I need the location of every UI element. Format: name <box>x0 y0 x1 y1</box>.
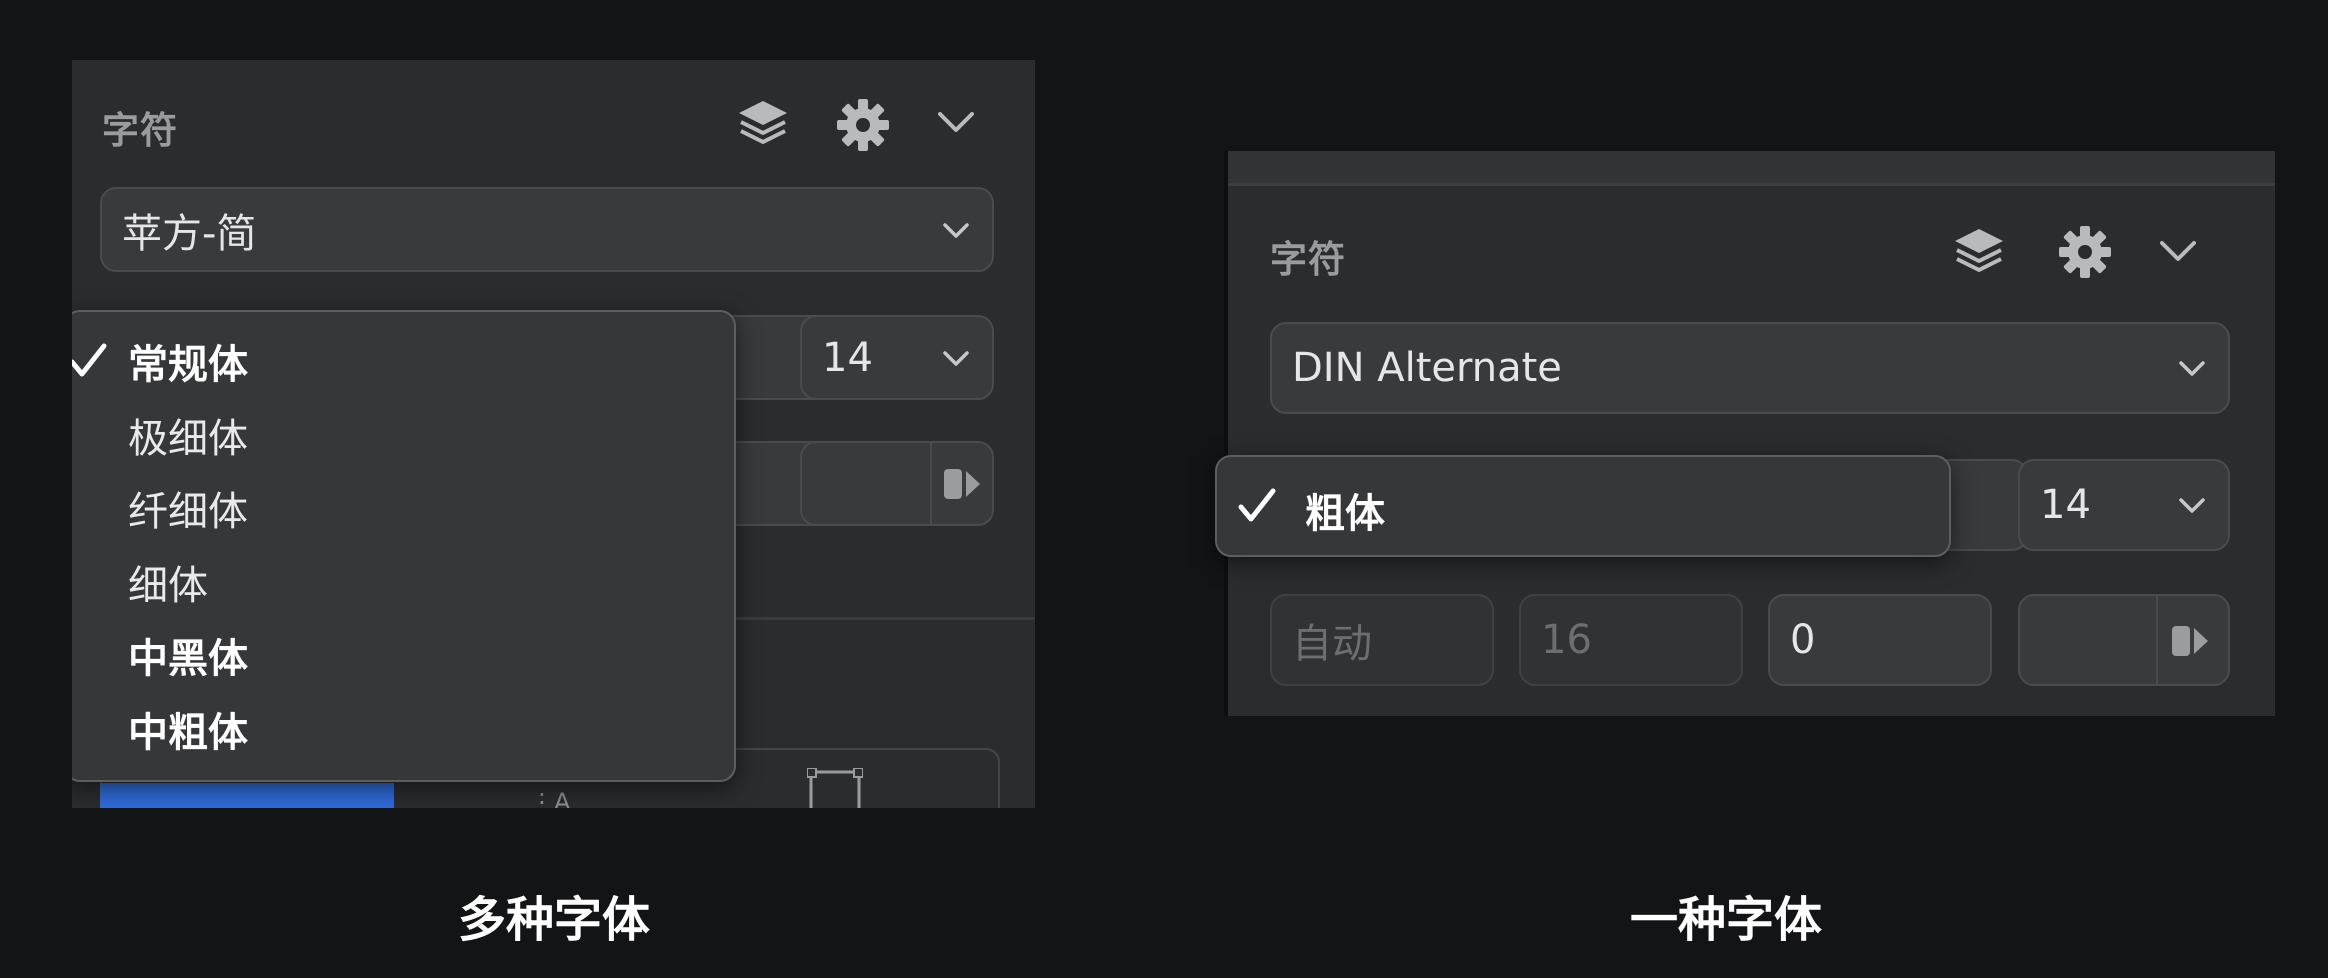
cut-field-label: — <box>1844 706 1878 716</box>
checkmark-icon <box>72 343 107 377</box>
font-family-value: 苹方-简 <box>122 210 257 257</box>
menu-item-regular[interactable]: 常规体 <box>128 332 248 390</box>
left-inspector-panel: 字符 苹方-简 14 ⋮A 常规体 极细体 纤细体 细体 中黑体 中粗体 <box>72 60 1035 808</box>
font-family-select[interactable]: DIN Alternate <box>1270 322 2230 414</box>
color-field[interactable] <box>2018 594 2230 686</box>
caption-single-font: 一种字体 <box>1629 892 1822 948</box>
chevron-down-icon <box>943 222 969 238</box>
chevron-down-icon <box>2179 498 2205 513</box>
right-inspector-panel: 字符 DIN Alternate 14 自动 16 0 <box>1224 151 2275 716</box>
menu-item-ultralight[interactable]: 极细体 <box>128 406 248 464</box>
font-style-menu: 粗体 <box>1215 455 1951 557</box>
section-title: 字符 <box>1270 238 1346 281</box>
font-size-select[interactable]: 14 <box>800 315 994 400</box>
color-dropper-icon <box>2172 626 2208 656</box>
line-height-value: 16 <box>1541 617 1592 663</box>
menu-item-bold[interactable]: 粗体 <box>1305 481 1385 539</box>
cut-field-label: — <box>1344 706 1378 716</box>
caption-multiple-fonts: 多种字体 <box>457 892 650 948</box>
menu-item-medium[interactable]: 中黑体 <box>128 626 248 684</box>
panel-top-strip <box>1228 151 2275 186</box>
char-spacing-value: 自动 <box>1292 621 1372 667</box>
gear-icon[interactable] <box>832 96 894 154</box>
tab-active[interactable] <box>100 783 394 808</box>
tab-icon-baseline[interactable]: ⋮A <box>530 788 570 808</box>
font-size-value: 14 <box>822 334 873 381</box>
checkmark-icon <box>1238 488 1276 522</box>
bounding-box-icon[interactable] <box>807 768 863 808</box>
menu-item-light[interactable]: 细体 <box>128 553 208 611</box>
line-height-field[interactable]: 16 <box>1519 594 1743 686</box>
chevron-down-icon <box>2179 361 2205 376</box>
color-field[interactable] <box>800 441 994 526</box>
layers-icon[interactable] <box>1948 224 2010 280</box>
font-size-value: 14 <box>2040 482 2091 528</box>
font-style-menu: 常规体 极细体 纤细体 细体 中黑体 中粗体 <box>72 310 736 782</box>
layers-icon[interactable] <box>732 96 794 152</box>
paragraph-spacing-field[interactable]: 0 <box>1768 594 1992 686</box>
color-dropper-icon <box>944 469 980 499</box>
font-family-value: DIN Alternate <box>1292 345 1562 391</box>
chevron-down-icon <box>943 350 969 366</box>
collapse-chevron-icon[interactable] <box>2156 233 2200 269</box>
char-spacing-field[interactable]: 自动 <box>1270 594 1494 686</box>
menu-item-thin[interactable]: 纤细体 <box>128 479 248 537</box>
gear-icon[interactable] <box>2054 223 2116 281</box>
menu-item-semibold[interactable]: 中粗体 <box>128 700 248 758</box>
font-family-select[interactable]: 苹方-简 <box>100 187 994 272</box>
paragraph-spacing-value: 0 <box>1790 617 1816 663</box>
cut-field-label: — <box>1594 706 1628 716</box>
collapse-chevron-icon[interactable] <box>934 104 978 140</box>
font-size-select[interactable]: 14 <box>2018 459 2230 551</box>
section-title: 字符 <box>102 109 178 152</box>
